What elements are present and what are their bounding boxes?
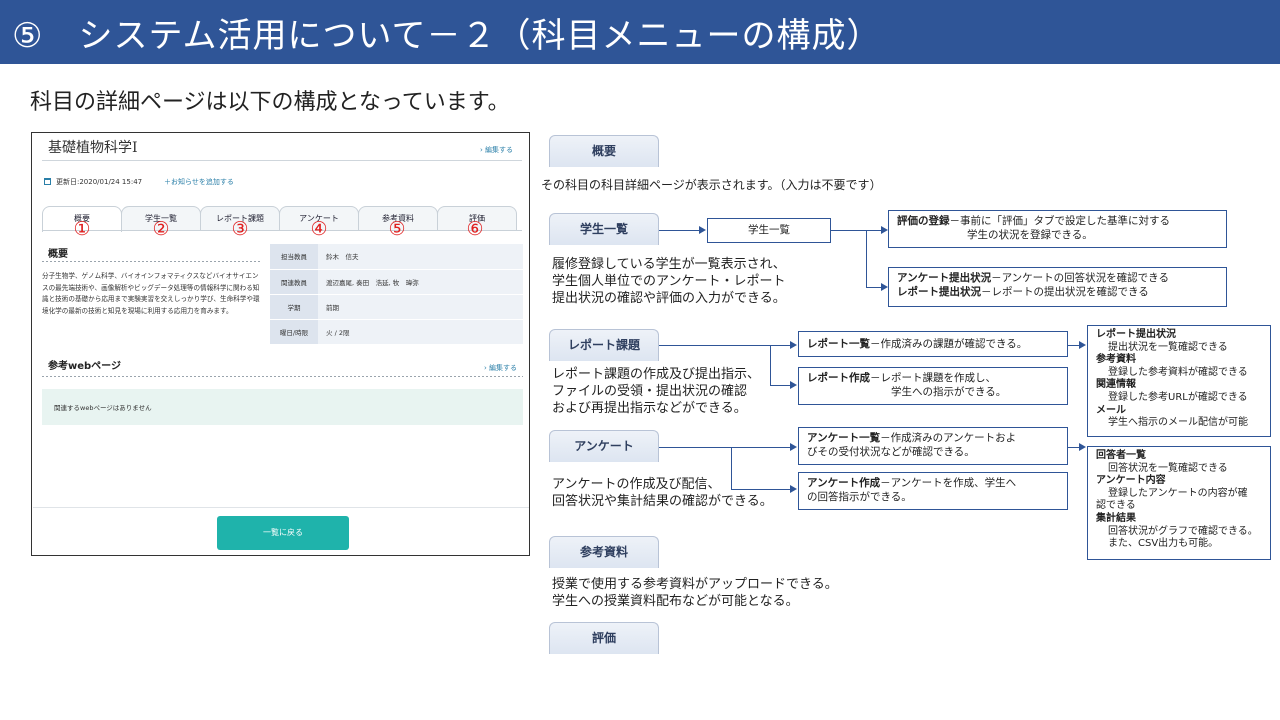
- connector-line: [1068, 447, 1079, 448]
- report-create-box: レポート作成－レポート課題を作成し、 学生への指示ができる。: [798, 367, 1068, 405]
- table-row: 学期 前期: [270, 294, 523, 320]
- overview-text: 分子生物学、ゲノム科学、バイオインフォマティクスなどバイオサイエンスの最先端技術…: [42, 272, 260, 315]
- report-list-box: レポート一覧－作成済みの課題が確認できる。: [798, 331, 1068, 357]
- tab-number-2: ②: [152, 218, 170, 240]
- connector-line: [731, 489, 790, 490]
- overview-heading: 概要: [48, 249, 68, 260]
- course-title: 基礎植物科学Ⅰ: [48, 140, 138, 156]
- calendar-icon: [44, 178, 51, 185]
- connector-line: [770, 385, 790, 386]
- materials-desc-1: 授業で使用する参考資料がアップロードできる。: [552, 577, 838, 592]
- tab-number-1: ①: [73, 218, 91, 240]
- table-row: 曜日/時限火 / 2限: [270, 319, 523, 345]
- tab-number-6: ⑥: [466, 218, 484, 240]
- label-students: 学生一覧: [549, 213, 659, 245]
- overview-description: その科目の科目詳細ページが表示されます。（入力は不要です）: [541, 178, 882, 192]
- students-desc-2: 学生個人単位でのアンケート・レポート: [552, 274, 786, 289]
- report-desc-3: および再提出指示などができる。: [552, 401, 747, 416]
- connector-line: [659, 230, 699, 231]
- connector-line: [1068, 345, 1079, 346]
- page-title: ⑤ システム活用について－２（科目メニューの構成）: [12, 16, 882, 56]
- students-desc-3: 提出状況の確認や評価の入力ができる。: [552, 291, 786, 306]
- survey-desc-2: 回答状況や集計結果の確認ができる。: [552, 494, 773, 509]
- course-detail-screenshot: 基礎植物科学Ⅰ › 編集する 更新日:2020/01/24 15:47 ＋お知ら…: [31, 132, 530, 556]
- connector-line: [866, 230, 867, 287]
- arrow-icon: [790, 381, 797, 389]
- students-list-box: 学生一覧: [707, 218, 831, 243]
- arrow-icon: [790, 485, 797, 493]
- eval-register-box: 評価の登録－事前に「評価」タブで設定した基準に対する 学生の状況を登録できる。: [888, 210, 1227, 248]
- label-survey: アンケート: [549, 430, 659, 462]
- tab-number-4: ④: [310, 218, 328, 240]
- header-bar: ⑤ システム活用について－２（科目メニューの構成）: [0, 0, 1280, 64]
- updated-date: 更新日:2020/01/24 15:47: [44, 177, 142, 187]
- footer-divider: [33, 507, 529, 508]
- connector-line: [770, 345, 771, 385]
- overview-divider: [42, 261, 262, 262]
- arrow-icon: [790, 443, 797, 451]
- back-to-list-button[interactable]: 一覧に戻る: [217, 516, 349, 550]
- report-desc-2: ファイルの受領・提出状況の確認: [552, 384, 748, 399]
- label-materials: 参考資料: [549, 536, 659, 568]
- survey-desc-1: アンケートの作成及び配信、: [552, 477, 721, 492]
- tab-number-3: ③: [231, 218, 249, 240]
- page-subtitle: 科目の詳細ページは以下の構成となっています。: [30, 90, 510, 115]
- report-desc-1: レポート課題の作成及び提出指示、: [552, 367, 761, 382]
- table-row: 関連教員 渡辺嘉尾, 奏田 浩延, 牧 瑋弥: [270, 269, 523, 295]
- label-report: レポート課題: [549, 329, 659, 361]
- submission-status-box: アンケート提出状況－アンケートの回答状況を確認できる レポート提出状況－レポート…: [888, 267, 1227, 307]
- table-row: 担当教員 鈴木 信夫: [270, 244, 523, 270]
- connector-line: [831, 230, 881, 231]
- edit-course-link[interactable]: › 編集する: [480, 145, 513, 155]
- report-detail-box: レポート提出状況 提出状況を一覧確認できる 参考資料 登録した参考資料が確認でき…: [1087, 325, 1271, 437]
- tab-divider: [42, 230, 522, 231]
- course-info-table: 担当教員 鈴木 信夫 関連教員 渡辺嘉尾, 奏田 浩延, 牧 瑋弥 学期 前期 曜日/…: [270, 244, 523, 345]
- add-notice-link[interactable]: ＋お知らせを追加する: [164, 177, 234, 187]
- connector-line: [659, 447, 790, 448]
- title-divider: [42, 160, 522, 161]
- edit-web-link[interactable]: › 編集する: [484, 363, 517, 373]
- web-empty-message: 関連するwebページはありません: [42, 389, 523, 425]
- arrow-icon: [881, 283, 888, 291]
- label-grading: 評価: [549, 622, 659, 654]
- arrow-icon: [699, 226, 706, 234]
- students-desc-1: 履修登録している学生が一覧表示され、: [552, 257, 786, 272]
- connector-line: [731, 447, 732, 489]
- arrow-icon: [881, 226, 888, 234]
- web-heading: 参考webページ: [48, 361, 121, 372]
- survey-detail-box: 回答者一覧 回答状況を一覧確認できる アンケート内容 登録したアンケートの内容が…: [1087, 446, 1271, 560]
- connector-line: [866, 287, 881, 288]
- tab-number-5: ⑤: [388, 218, 406, 240]
- arrow-icon: [790, 341, 797, 349]
- web-divider: [42, 376, 523, 377]
- materials-desc-2: 学生への授業資料配布などが可能となる。: [552, 594, 799, 609]
- survey-create-box: アンケート作成－アンケートを作成、学生へ の回答指示ができる。: [798, 472, 1068, 510]
- arrow-icon: [1079, 443, 1086, 451]
- label-overview: 概要: [549, 135, 659, 167]
- survey-list-box: アンケート一覧－作成済みのアンケートおよ びその受付状況などが確認できる。: [798, 427, 1068, 465]
- arrow-icon: [1079, 341, 1086, 349]
